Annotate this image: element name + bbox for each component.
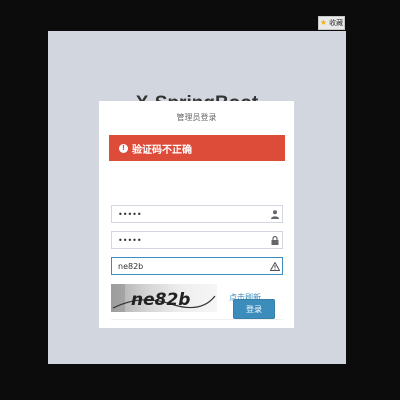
username-field [111,205,283,223]
warning-icon [268,258,282,274]
captcha-input[interactable] [112,258,268,274]
exclamation-circle-icon: ! [119,143,128,153]
captcha-text: ne82b [131,290,190,310]
bookmark-label: 收藏 [329,19,344,27]
star-icon: ★ [319,18,328,27]
captcha-image[interactable]: ne82b [111,284,217,312]
password-field [111,231,283,249]
login-button[interactable]: 登录 [233,299,275,319]
error-alert: ! 验证码不正确 [109,135,285,161]
username-input[interactable] [112,206,268,222]
login-page: X-SpringBoot 管理员登录 ! 验证码不正确 [48,31,346,364]
divider [111,319,283,320]
error-message: 验证码不正确 [132,144,192,156]
password-input[interactable] [112,232,268,248]
captcha-field [111,257,283,275]
login-heading: 管理员登录 [176,113,217,122]
user-icon [268,206,282,222]
lock-icon [268,232,282,248]
login-box: 管理员登录 ! 验证码不正确 ••••• ••••• ne82b ne82b 点… [99,101,294,328]
bookmark-button[interactable]: ★ 收藏 [318,16,345,30]
